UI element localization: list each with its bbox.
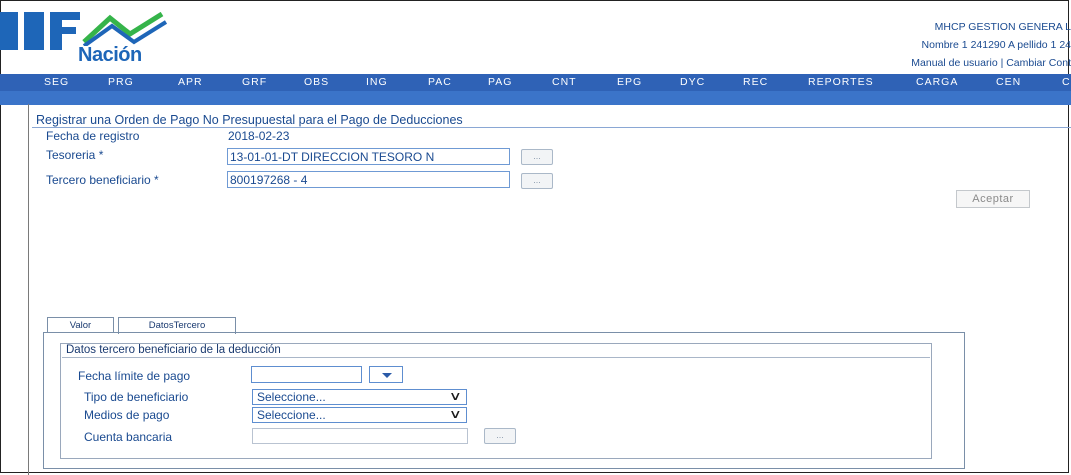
medios-pago-select[interactable]: Seleccione... ∨ bbox=[252, 407, 467, 423]
tab-valor[interactable]: Valor bbox=[47, 317, 114, 333]
chevron-down-icon: ∨ bbox=[449, 407, 463, 421]
tesoreria-field[interactable]: 13-01-01-DT DIRECCION TESORO N bbox=[227, 148, 510, 165]
logo-text: Nación bbox=[78, 44, 142, 66]
page-title: Registrar una Orden de Pago No Presupues… bbox=[36, 113, 463, 127]
triangle-down-icon bbox=[382, 373, 392, 378]
tercero-field[interactable]: 800197268 - 4 bbox=[227, 171, 510, 188]
nav-item-prg[interactable]: PRG bbox=[108, 76, 134, 88]
nav-item-seg[interactable]: SEG bbox=[44, 76, 69, 88]
medios-pago-label: Medios de pago bbox=[84, 408, 170, 422]
nav-item-cen[interactable]: CEN bbox=[996, 76, 1021, 88]
tesoreria-lookup-button[interactable]: ... bbox=[521, 149, 553, 165]
tipo-beneficiario-value: Seleccione... bbox=[257, 390, 326, 404]
tipo-beneficiario-label: Tipo de beneficiario bbox=[84, 390, 189, 404]
medios-pago-value: Seleccione... bbox=[257, 408, 326, 422]
main-nav: I SEG PRG APR GRF OBS ING PAC PAG CNT EP… bbox=[0, 74, 1071, 91]
cuenta-lookup-button[interactable]: ... bbox=[484, 428, 516, 444]
nav-item-carga[interactable]: CARGA bbox=[916, 76, 958, 88]
logo-bar bbox=[50, 12, 62, 50]
nav-item-cnt[interactable]: CNT bbox=[552, 76, 577, 88]
tercero-label: Tercero beneficiario * bbox=[46, 173, 159, 187]
group-divider bbox=[62, 357, 930, 358]
nav-item-epg[interactable]: EPG bbox=[617, 76, 642, 88]
left-divider bbox=[28, 104, 29, 475]
nav-item-c[interactable]: C bbox=[1062, 76, 1071, 88]
nav-item-ing[interactable]: ING bbox=[366, 76, 388, 88]
accept-button[interactable]: Aceptar bbox=[956, 190, 1030, 208]
nav-item-pag[interactable]: PAG bbox=[488, 76, 512, 88]
chevron-down-icon: ∨ bbox=[449, 389, 463, 403]
nav-item-rec[interactable]: REC bbox=[743, 76, 768, 88]
group-title: Datos tercero beneficiario de la deducci… bbox=[66, 344, 281, 356]
user-name: Nombre 1 241290 A pellido 1 24 bbox=[921, 39, 1071, 51]
nav-item-obs[interactable]: OBS bbox=[304, 76, 329, 88]
cuenta-bancaria-input[interactable] bbox=[252, 428, 468, 444]
nav-item-reportes[interactable]: REPORTES bbox=[808, 76, 874, 88]
logo-bar bbox=[24, 12, 44, 50]
sub-nav-bar bbox=[0, 91, 1071, 105]
nav-item-dyc[interactable]: DYC bbox=[680, 76, 705, 88]
logo-chart-icon bbox=[82, 12, 168, 46]
nav-item-apr[interactable]: APR bbox=[178, 76, 203, 88]
tesoreria-label: Tesoreria * bbox=[46, 148, 104, 162]
cuenta-bancaria-label: Cuenta bancaria bbox=[84, 430, 173, 444]
tercero-lookup-button[interactable]: ... bbox=[521, 173, 553, 189]
fecha-registro-label: Fecha de registro bbox=[46, 129, 140, 143]
title-divider bbox=[32, 127, 1071, 128]
nav-item-pac[interactable]: PAC bbox=[428, 76, 452, 88]
logo-bar bbox=[62, 12, 80, 20]
fecha-limite-dropdown-button[interactable] bbox=[369, 366, 403, 383]
iif-nacion-logo-icon: Nación bbox=[0, 12, 170, 68]
nav-item-grf[interactable]: GRF bbox=[242, 76, 267, 88]
fecha-registro-value: 2018-02-23 bbox=[228, 129, 290, 143]
fecha-limite-label: Fecha límite de pago bbox=[78, 369, 191, 383]
user-links[interactable]: Manual de usuario | Cambiar Cont bbox=[841, 54, 1071, 72]
logo-bar bbox=[0, 12, 18, 50]
user-org: MHCP GESTION GENERA L bbox=[934, 21, 1071, 33]
logo-bar bbox=[62, 27, 76, 34]
fecha-limite-input[interactable] bbox=[251, 366, 362, 383]
user-info: MHCP GESTION GENERA L Nombre 1 241290 A … bbox=[841, 18, 1071, 72]
tipo-beneficiario-select[interactable]: Seleccione... ∨ bbox=[252, 389, 467, 405]
